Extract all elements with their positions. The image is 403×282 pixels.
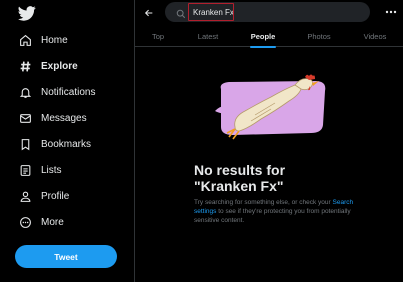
sidebar-item-messages[interactable]: Messages <box>18 108 87 128</box>
sidebar-item-label: Notifications <box>41 86 96 98</box>
sidebar: Home Explore Notifications Messages Book… <box>0 0 134 282</box>
no-results-title: No results for "Kranken Fx" <box>194 162 384 194</box>
home-icon <box>18 33 32 47</box>
list-icon <box>18 163 32 177</box>
no-results-illustration <box>215 73 329 143</box>
search-icon <box>176 6 186 24</box>
sidebar-item-notifications[interactable]: Notifications <box>18 82 95 102</box>
tab-videos[interactable]: Videos <box>359 25 391 47</box>
sidebar-item-home[interactable]: Home <box>18 30 68 50</box>
envelope-icon <box>18 111 32 125</box>
active-tab-indicator <box>250 46 276 48</box>
tab-photos[interactable]: Photos <box>303 25 335 47</box>
tab-people[interactable]: People <box>247 25 279 48</box>
more-circle-icon <box>18 215 32 229</box>
no-results-description: Try searching for something else, or che… <box>194 198 374 225</box>
sidebar-item-label: Home <box>41 34 68 46</box>
sidebar-item-label: Profile <box>41 190 70 202</box>
sidebar-item-label: Bookmarks <box>41 138 92 150</box>
tab-label: People <box>250 31 276 41</box>
sidebar-item-profile[interactable]: Profile <box>18 186 69 206</box>
main-column: Top Latest People Photos Videos <box>134 0 403 282</box>
search-tabs: Top Latest People Photos Videos <box>135 25 403 48</box>
sidebar-item-lists[interactable]: Lists <box>18 160 62 180</box>
description-text: to see if they're protecting you from po… <box>194 208 351 224</box>
sidebar-item-label: Lists <box>41 164 62 176</box>
sidebar-item-label: More <box>41 216 64 228</box>
search-bar[interactable] <box>165 2 370 22</box>
description-text: Try searching for something else, or che… <box>194 199 331 206</box>
back-arrow-icon[interactable] <box>141 5 157 21</box>
no-results-query: "Kranken Fx" <box>194 178 284 194</box>
bell-icon <box>18 85 32 99</box>
more-options-icon[interactable] <box>384 5 398 19</box>
bird-icon[interactable] <box>18 6 36 22</box>
sidebar-item-label: Explore <box>41 60 78 72</box>
sidebar-item-bookmarks[interactable]: Bookmarks <box>18 134 91 154</box>
sidebar-item-explore[interactable]: Explore <box>18 56 78 76</box>
person-icon <box>18 189 32 203</box>
no-results-title-line: No results for <box>194 162 286 178</box>
tweet-button[interactable]: Tweet <box>15 245 117 268</box>
sidebar-item-label: Messages <box>41 112 87 124</box>
search-input[interactable] <box>188 3 234 21</box>
tab-top[interactable]: Top <box>143 25 173 47</box>
tab-latest[interactable]: Latest <box>193 25 223 47</box>
bookmark-icon <box>18 137 32 151</box>
sidebar-item-more[interactable]: More <box>18 212 64 232</box>
hashtag-icon <box>18 59 32 73</box>
